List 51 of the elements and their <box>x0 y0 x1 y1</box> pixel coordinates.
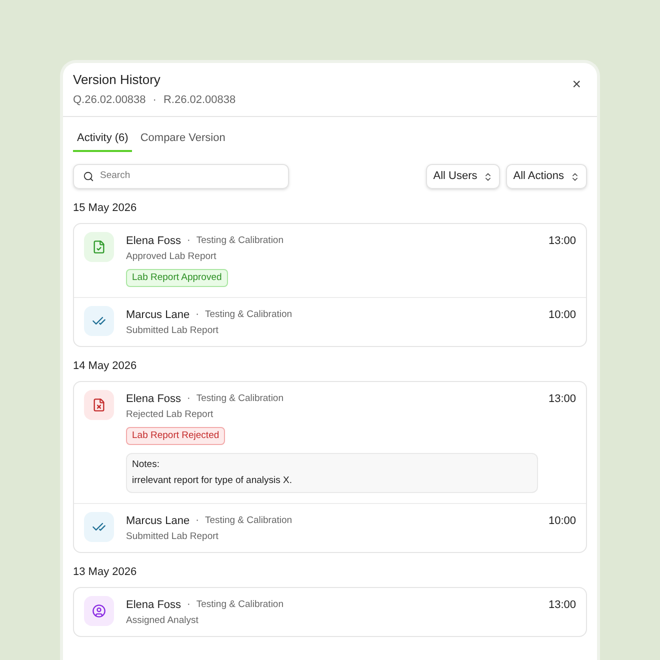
file-x-icon <box>92 398 106 412</box>
search-input[interactable]: Search <box>100 169 279 184</box>
entry-time: 13:00 <box>548 598 576 612</box>
notes-label: Notes: <box>132 458 160 472</box>
action-text: Submitted Lab Report <box>126 324 220 338</box>
chevrons-icon <box>483 172 494 182</box>
date-heading: 13 May 2026 <box>73 565 138 579</box>
close-button[interactable]: × <box>572 77 581 92</box>
user-name: Elena Foss <box>126 392 182 406</box>
date-heading: 14 May 2026 <box>73 359 138 373</box>
team-name: Testing & Calibration <box>196 598 284 612</box>
user-circle-icon <box>92 604 106 618</box>
search-icon <box>83 171 94 182</box>
team-name: Testing & Calibration <box>204 514 292 528</box>
user-name: Elena Foss <box>126 598 182 612</box>
separator-dot: · <box>187 234 190 248</box>
notes-text: irrelevant report for type of analysis X. <box>132 474 293 488</box>
entry-time: 13:00 <box>548 392 576 406</box>
user-name: Marcus Lane <box>126 308 190 322</box>
date-heading: 15 May 2026 <box>73 201 138 215</box>
filter-dropdown[interactable]: All Users <box>426 164 500 189</box>
reference-number: Q.26.02.00838 <box>73 93 146 108</box>
status-badge: Lab Report Approved <box>126 269 228 287</box>
double-check-icon <box>92 314 106 328</box>
dialog-title: Version History <box>73 72 162 88</box>
action-text: Submitted Lab Report <box>126 530 220 544</box>
action-text: Assigned Analyst <box>126 614 200 628</box>
team-name: Testing & Calibration <box>204 308 292 322</box>
status-badge: Lab Report Rejected <box>126 427 226 445</box>
filter-dropdown[interactable]: All Actions <box>506 164 587 189</box>
separator-dot: · <box>152 93 156 108</box>
action-text: Approved Lab Report <box>126 250 218 264</box>
entry-time: 10:00 <box>548 514 576 528</box>
entry-time: 13:00 <box>548 234 576 248</box>
separator-dot: · <box>187 392 190 406</box>
reference-number: R.26.02.00838 <box>163 93 236 108</box>
team-name: Testing & Calibration <box>196 234 284 248</box>
separator-dot: · <box>187 598 190 612</box>
action-text: Rejected Lab Report <box>126 408 214 422</box>
tab[interactable]: Activity (6) <box>73 131 132 152</box>
double-check-icon <box>92 520 106 534</box>
file-check-icon <box>92 240 106 254</box>
user-name: Elena Foss <box>126 234 182 248</box>
team-name: Testing & Calibration <box>196 392 284 406</box>
user-name: Marcus Lane <box>126 514 190 528</box>
separator-dot: · <box>196 514 199 528</box>
separator-dot: · <box>196 308 199 322</box>
entry-time: 10:00 <box>548 308 576 322</box>
chevrons-icon <box>570 172 580 182</box>
tab[interactable]: Compare Version <box>136 131 230 152</box>
search-field[interactable]: Search <box>73 164 289 189</box>
